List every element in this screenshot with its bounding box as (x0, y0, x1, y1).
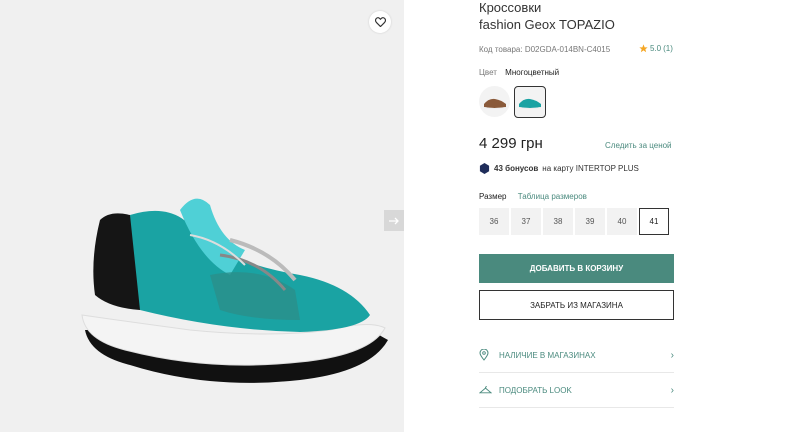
size-option-41[interactable]: 41 (639, 208, 669, 235)
pick-look-label: ПОДОБРАТЬ LOOK (499, 385, 572, 395)
product-title: fashion Geox TOPAZIO (479, 17, 615, 32)
size-option-40[interactable]: 40 (607, 208, 637, 235)
store-availability-link[interactable]: НАЛИЧИЕ В МАГАЗИНАХ › (479, 338, 674, 373)
chevron-right-icon: › (670, 384, 674, 396)
product-gallery (0, 0, 404, 432)
heart-icon (374, 17, 386, 27)
add-to-favorites-button[interactable] (369, 11, 391, 33)
product-rating[interactable]: 5.0 (1) (639, 44, 673, 53)
color-label: Цвет (479, 68, 497, 77)
chevron-right-icon: › (670, 349, 674, 361)
product-price: 4 299 грн (479, 135, 543, 152)
review-count: (1) (663, 44, 673, 53)
next-image-button[interactable] (384, 210, 404, 231)
color-selector-label: Цвет Многоцветный (479, 68, 559, 77)
swatch-thumbnail-brown (484, 98, 506, 109)
sku-value: D02GDA-014BN-C4015 (524, 45, 611, 54)
watch-price-link[interactable]: Следить за ценой (605, 141, 672, 150)
size-option-37[interactable]: 37 (511, 208, 541, 235)
pickup-in-store-button[interactable]: ЗАБРАТЬ ИЗ МАГАЗИНА (479, 290, 674, 320)
arrow-right-icon (389, 217, 399, 224)
bonus-badge-icon (479, 163, 490, 174)
color-swatch-teal[interactable] (514, 86, 546, 118)
size-options: 36 37 38 39 40 41 (479, 208, 669, 235)
product-sku: Код товара: D02GDA-014BN-C4015 (479, 45, 610, 54)
bonus-amount: 43 бонусов (494, 164, 539, 173)
size-chart-link[interactable]: Таблица размеров (518, 192, 587, 201)
size-option-38[interactable]: 38 (543, 208, 573, 235)
sku-label: Код товара: (479, 45, 523, 54)
bonus-info: 43 бонусов на карту INTERTOP PLUS (479, 163, 639, 174)
size-header: Размер Таблица размеров (479, 192, 587, 201)
size-option-36[interactable]: 36 (479, 208, 509, 235)
size-option-39[interactable]: 39 (575, 208, 605, 235)
rating-value: 5.0 (650, 44, 662, 53)
color-swatch-brown[interactable] (479, 86, 510, 117)
bonus-text: на карту INTERTOP PLUS (542, 164, 639, 173)
product-category: Кроссовки (479, 0, 542, 15)
pick-look-link[interactable]: ПОДОБРАТЬ LOOK › (479, 373, 674, 408)
swatch-thumbnail-teal (519, 98, 541, 109)
product-image (81, 198, 388, 383)
add-to-cart-button[interactable]: ДОБАВИТЬ В КОРЗИНУ (479, 254, 674, 283)
location-pin-icon (479, 349, 489, 361)
color-value: Многоцветный (505, 68, 560, 77)
size-label: Размер (479, 192, 507, 201)
hanger-icon (479, 386, 492, 394)
store-availability-label: НАЛИЧИЕ В МАГАЗИНАХ (499, 350, 596, 360)
star-icon (639, 44, 648, 53)
